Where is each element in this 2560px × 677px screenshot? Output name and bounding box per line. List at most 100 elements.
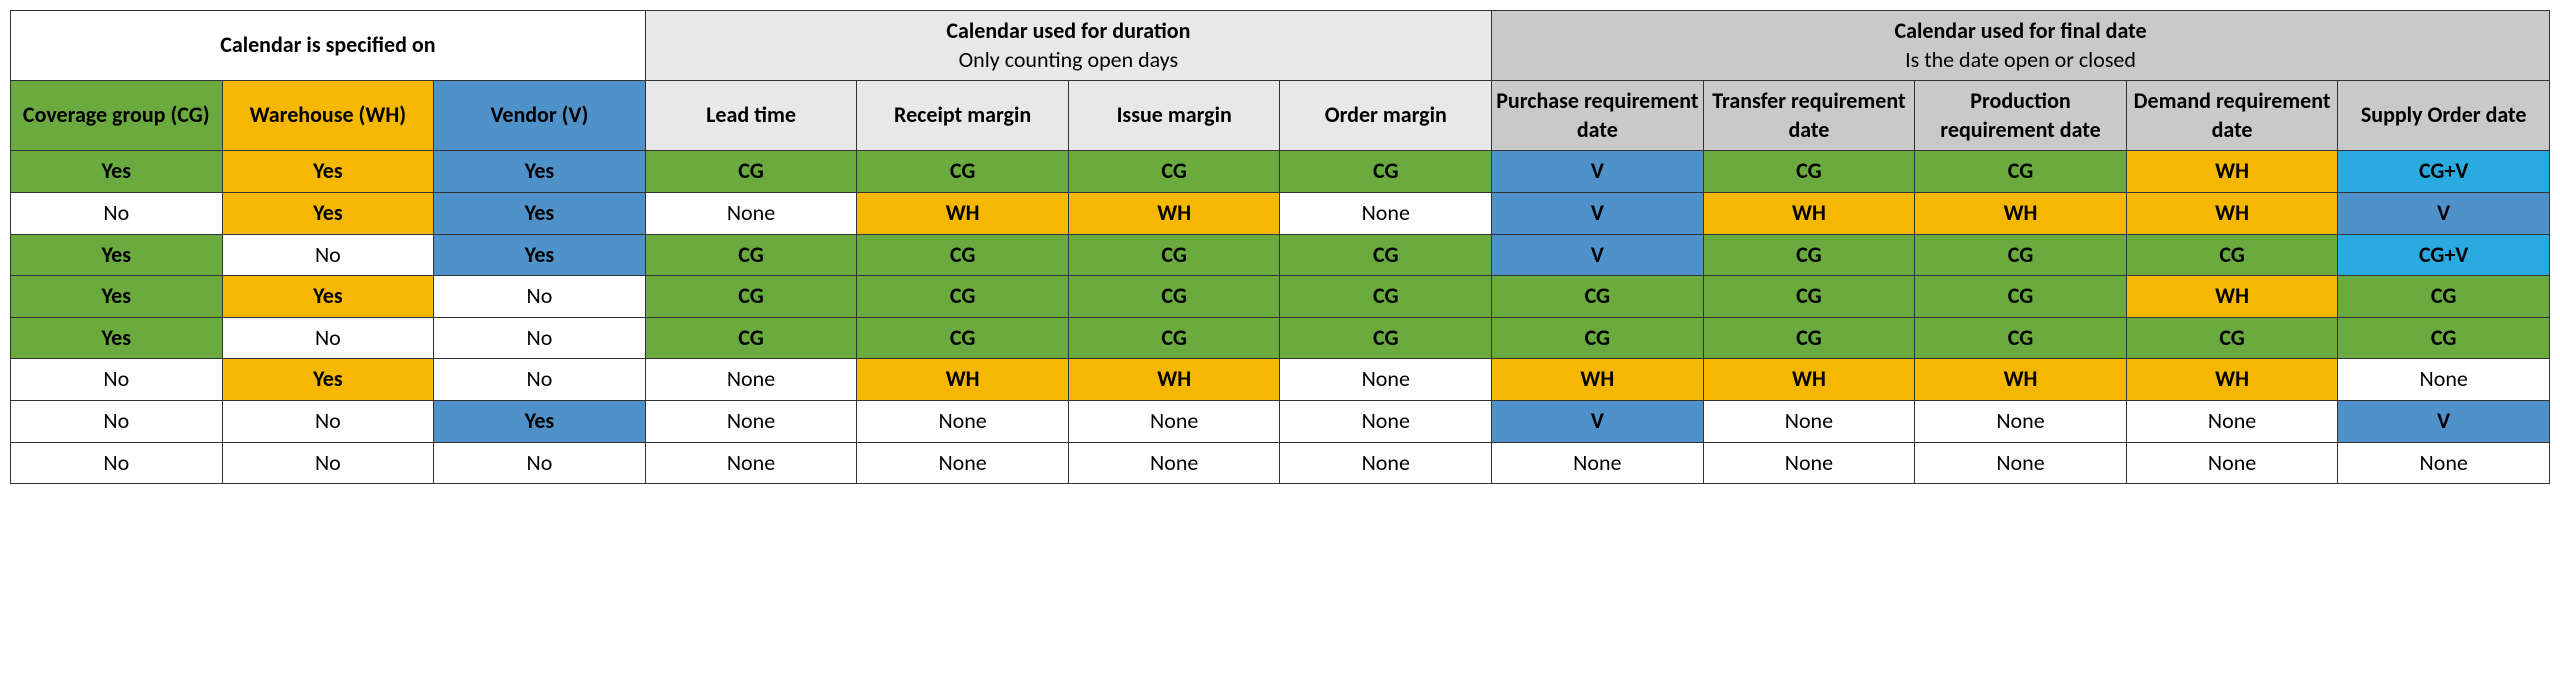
table-cell: Yes xyxy=(222,276,434,318)
table-cell: CG xyxy=(1280,317,1492,359)
table-cell: CG xyxy=(645,317,857,359)
table-cell: CG xyxy=(645,276,857,318)
table-row: YesNoYesCGCGCGCGVCGCGCGCG+V xyxy=(11,234,2550,276)
table-cell: WH xyxy=(1068,359,1280,401)
table-cell: CG xyxy=(1492,317,1704,359)
table-cell: Yes xyxy=(222,192,434,234)
table-cell: CG xyxy=(857,151,1069,193)
table-cell: Yes xyxy=(434,151,646,193)
table-cell: WH xyxy=(2126,359,2338,401)
calendar-matrix-table: Calendar is specified on Calendar used f… xyxy=(10,10,2550,484)
table-cell: CG+V xyxy=(2338,234,2550,276)
table-cell: WH xyxy=(1915,192,2127,234)
header-final-title: Calendar used for final date xyxy=(1496,17,2545,46)
table-cell: CG xyxy=(2126,234,2338,276)
col-purchase: Purchase requirement date xyxy=(1492,81,1704,151)
table-cell: None xyxy=(857,442,1069,484)
table-cell: None xyxy=(2338,442,2550,484)
table-cell: No xyxy=(434,276,646,318)
col-supply: Supply Order date xyxy=(2338,81,2550,151)
col-cg: Coverage group (CG) xyxy=(11,81,223,151)
table-cell: V xyxy=(1492,400,1704,442)
table-cell: CG xyxy=(1703,151,1915,193)
col-transfer: Transfer requirement date xyxy=(1703,81,1915,151)
table-cell: No xyxy=(222,234,434,276)
table-cell: CG xyxy=(645,234,857,276)
table-cell: CG xyxy=(857,317,1069,359)
table-cell: None xyxy=(1280,442,1492,484)
table-cell: None xyxy=(645,442,857,484)
table-cell: Yes xyxy=(222,359,434,401)
table-cell: None xyxy=(645,359,857,401)
table-cell: Yes xyxy=(11,317,223,359)
table-row: YesYesYesCGCGCGCGVCGCGWHCG+V xyxy=(11,151,2550,193)
table-cell: None xyxy=(1068,400,1280,442)
table-cell: V xyxy=(2338,192,2550,234)
header-specified-on-title: Calendar is specified on xyxy=(220,31,435,58)
table-cell: None xyxy=(1280,359,1492,401)
table-cell: None xyxy=(1915,442,2127,484)
col-receipt: Receipt margin xyxy=(857,81,1069,151)
table-row: NoNoNoNoneNoneNoneNoneNoneNoneNoneNoneNo… xyxy=(11,442,2550,484)
table-cell: WH xyxy=(1492,359,1704,401)
table-cell: No xyxy=(434,442,646,484)
col-issue: Issue margin xyxy=(1068,81,1280,151)
header-duration-sub: Only counting open days xyxy=(650,46,1487,75)
table-cell: CG xyxy=(1915,276,2127,318)
table-cell: None xyxy=(1703,400,1915,442)
col-order: Order margin xyxy=(1280,81,1492,151)
table-cell: Yes xyxy=(222,151,434,193)
table-cell: WH xyxy=(1915,359,2127,401)
table-cell: None xyxy=(1280,400,1492,442)
table-row: NoNoYesNoneNoneNoneNoneVNoneNoneNoneV xyxy=(11,400,2550,442)
table-cell: None xyxy=(2126,400,2338,442)
table-cell: No xyxy=(434,317,646,359)
table-cell: CG xyxy=(2338,317,2550,359)
table-cell: CG xyxy=(1915,234,2127,276)
table-cell: WH xyxy=(1703,359,1915,401)
table-cell: V xyxy=(1492,234,1704,276)
table-cell: CG xyxy=(1280,276,1492,318)
table-cell: CG xyxy=(2126,317,2338,359)
table-cell: CG xyxy=(1280,234,1492,276)
table-cell: Yes xyxy=(434,400,646,442)
table-cell: CG+V xyxy=(2338,151,2550,193)
header-duration: Calendar used for duration Only counting… xyxy=(645,11,1491,81)
table-cell: CG xyxy=(1068,317,1280,359)
header-final: Calendar used for final date Is the date… xyxy=(1492,11,2550,81)
table-cell: CG xyxy=(1703,276,1915,318)
table-cell: No xyxy=(11,400,223,442)
table-row: NoYesYesNoneWHWHNoneVWHWHWHV xyxy=(11,192,2550,234)
col-v: Vendor (V) xyxy=(434,81,646,151)
table-cell: WH xyxy=(857,192,1069,234)
table-cell: V xyxy=(1492,192,1704,234)
table-cell: None xyxy=(1492,442,1704,484)
table-cell: Yes xyxy=(11,234,223,276)
header-duration-title: Calendar used for duration xyxy=(650,17,1487,46)
table-row: YesNoNoCGCGCGCGCGCGCGCGCG xyxy=(11,317,2550,359)
table-cell: Yes xyxy=(11,276,223,318)
table-cell: CG xyxy=(1703,317,1915,359)
table-cell: CG xyxy=(1915,151,2127,193)
table-cell: No xyxy=(222,442,434,484)
header-specified-on: Calendar is specified on xyxy=(11,11,646,81)
table-cell: WH xyxy=(2126,276,2338,318)
col-demand: Demand requirement date xyxy=(2126,81,2338,151)
table-cell: CG xyxy=(1068,234,1280,276)
table-cell: No xyxy=(434,359,646,401)
table-cell: CG xyxy=(857,276,1069,318)
table-cell: No xyxy=(11,442,223,484)
table-cell: CG xyxy=(1068,276,1280,318)
table-row: NoYesNoNoneWHWHNoneWHWHWHWHNone xyxy=(11,359,2550,401)
table-cell: No xyxy=(11,359,223,401)
table-cell: V xyxy=(2338,400,2550,442)
table-cell: WH xyxy=(857,359,1069,401)
table-cell: WH xyxy=(2126,151,2338,193)
table-cell: None xyxy=(1703,442,1915,484)
table-cell: CG xyxy=(1280,151,1492,193)
table-cell: None xyxy=(1915,400,2127,442)
col-wh: Warehouse (WH) xyxy=(222,81,434,151)
table-cell: None xyxy=(857,400,1069,442)
table-cell: CG xyxy=(857,234,1069,276)
table-cell: CG xyxy=(645,151,857,193)
